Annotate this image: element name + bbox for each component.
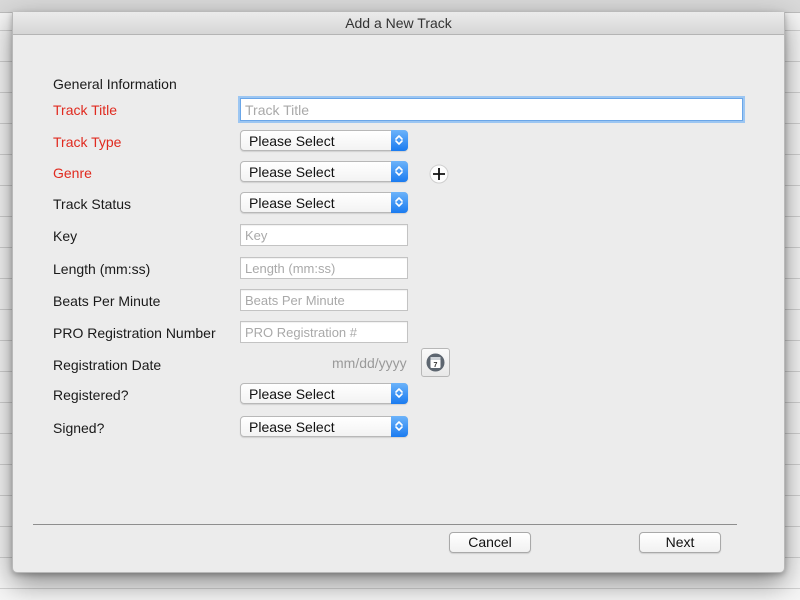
next-button[interactable]: Next xyxy=(639,532,721,553)
signed-select[interactable]: Please Select xyxy=(240,416,408,437)
track-type-select[interactable]: Please Select xyxy=(240,130,408,151)
pro-number-input[interactable] xyxy=(240,321,408,343)
track-status-label: Track Status xyxy=(53,196,132,212)
track-status-selected-value: Please Select xyxy=(249,195,335,211)
track-type-selected-value: Please Select xyxy=(249,133,335,149)
bpm-input[interactable] xyxy=(240,289,408,311)
registered-selected-value: Please Select xyxy=(249,386,335,402)
calendar-icon: 7 xyxy=(426,353,445,372)
signed-selected-value: Please Select xyxy=(249,419,335,435)
footer-divider xyxy=(33,524,737,525)
chevron-up-down-icon xyxy=(391,383,408,404)
registered-select[interactable]: Please Select xyxy=(240,383,408,404)
registration-date-label: Registration Date xyxy=(53,357,162,373)
track-title-label: Track Title xyxy=(53,102,118,118)
calendar-day: 7 xyxy=(434,362,438,369)
registered-label: Registered? xyxy=(53,387,129,403)
add-track-dialog: Add a New Track General Information Trac… xyxy=(12,12,785,573)
key-input[interactable] xyxy=(240,224,408,246)
plus-circle-icon xyxy=(429,164,449,184)
chevron-up-down-icon xyxy=(391,192,408,213)
pro-number-label: PRO Registration Number xyxy=(53,325,216,341)
length-input[interactable] xyxy=(240,257,408,279)
dialog-title: Add a New Track xyxy=(13,12,784,35)
signed-label: Signed? xyxy=(53,420,105,436)
add-genre-button[interactable] xyxy=(429,164,449,184)
length-label: Length (mm:ss) xyxy=(53,261,151,277)
key-label: Key xyxy=(53,228,78,244)
calendar-button[interactable]: 7 xyxy=(421,348,450,377)
cancel-button[interactable]: Cancel xyxy=(449,532,531,553)
track-title-input[interactable] xyxy=(240,98,743,121)
chevron-up-down-icon xyxy=(391,416,408,437)
registration-date-field[interactable]: mm/dd/yyyy xyxy=(332,355,407,371)
bpm-label: Beats Per Minute xyxy=(53,293,161,309)
section-heading: General Information xyxy=(53,76,177,92)
genre-select[interactable]: Please Select xyxy=(240,161,408,182)
track-status-select[interactable]: Please Select xyxy=(240,192,408,213)
chevron-up-down-icon xyxy=(391,161,408,182)
track-type-label: Track Type xyxy=(53,134,122,150)
genre-label: Genre xyxy=(53,165,92,181)
genre-selected-value: Please Select xyxy=(249,164,335,180)
chevron-up-down-icon xyxy=(391,130,408,151)
